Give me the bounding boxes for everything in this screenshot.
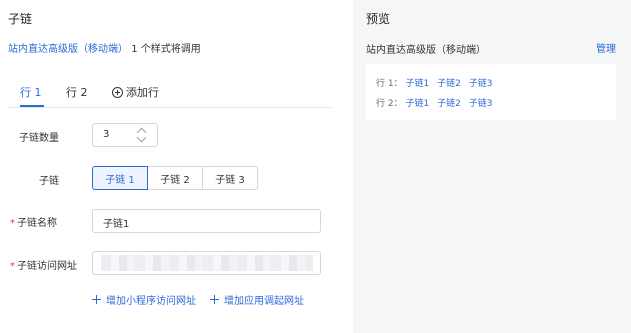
add-app-invoke-url-button[interactable]: 增加应用调起网址 [210,292,304,307]
url-label-text: 子链访问网址 [17,261,77,272]
redacted-url [101,255,313,271]
url-field-label: * 子链访问网址 [10,257,77,272]
plus-circle-icon [112,86,123,98]
add-mini-program-url-label: 增加小程序访问网址 [106,296,196,307]
name-field-label: * 子链名称 [10,214,57,229]
manage-link[interactable]: 管理 [596,40,616,55]
required-mark: * [10,261,15,272]
sublink-2-button[interactable]: 子链 2 [147,166,203,190]
add-mini-program-url-button[interactable]: 增加小程序访问网址 [92,292,196,307]
preview-row-2: 行 2： 子链1 子链2 子链3 [376,96,497,109]
section-title: 子链 [8,12,33,26]
style-link[interactable]: 站内直达高级版（移动端） [8,44,128,55]
preview-sublink[interactable]: 子链2 [437,79,461,89]
name-label-text: 子链名称 [17,218,57,229]
sublink-name-value: 子链1 [103,219,130,230]
style-usage-text: 1 个样式将调用 [131,44,201,55]
preview-row-label: 行 1： [376,79,403,89]
preview-title: 预览 [366,12,391,26]
preview-row-1: 行 1： 子链1 子链2 子链3 [376,76,497,89]
sublink-label: 子链 [39,176,59,187]
preview-row-label: 行 2： [376,99,403,109]
preview-panel: 预览 站内直达高级版（移动端） 管理 行 1： 子链1 子链2 子链3 行 2：… [353,0,631,333]
sublink-name-field[interactable]: 子链1 [92,209,321,233]
preview-sublink[interactable]: 子链3 [469,79,493,89]
add-row-label: 添加行 [126,86,159,99]
quantity-stepper[interactable]: 3 [92,123,158,147]
plus-icon [210,295,219,304]
sublink-3-button[interactable]: 子链 3 [202,166,258,190]
tab-row-2[interactable]: 行 2 [66,84,88,100]
sublink-1-button[interactable]: 子链 1 [92,166,148,190]
add-row-button[interactable]: 添加行 [112,84,159,100]
plus-icon [92,295,101,304]
sublink-url-field[interactable] [92,251,321,275]
preview-card: 行 1： 子链1 子链2 子链3 行 2： 子链1 子链2 子链3 [366,64,616,120]
sublink-selector: 子链 1 子链 2 子链 3 [92,166,258,190]
count-label: 子链数量 [19,133,59,144]
config-panel: 子链 站内直达高级版（移动端） 1 个样式将调用 行 1 行 2 添加行 子链数… [0,0,345,333]
style-usage-line: 站内直达高级版（移动端） 1 个样式将调用 [8,40,201,55]
add-app-invoke-url-label: 增加应用调起网址 [224,296,304,307]
row-tabs: 行 1 行 2 添加行 [8,80,331,108]
preview-sublink[interactable]: 子链1 [405,79,429,89]
required-mark: * [10,218,15,229]
preview-subtitle: 站内直达高级版（移动端） [366,45,486,56]
chevron-down-icon[interactable] [136,132,147,143]
preview-sublink[interactable]: 子链2 [437,99,461,109]
preview-sublink[interactable]: 子链1 [405,99,429,109]
active-tab-indicator [20,105,44,107]
stepper-value: 3 [103,129,110,140]
tab-row-1[interactable]: 行 1 [20,84,42,100]
add-url-links: 增加小程序访问网址 增加应用调起网址 [92,292,318,307]
preview-sublink[interactable]: 子链3 [469,99,493,109]
